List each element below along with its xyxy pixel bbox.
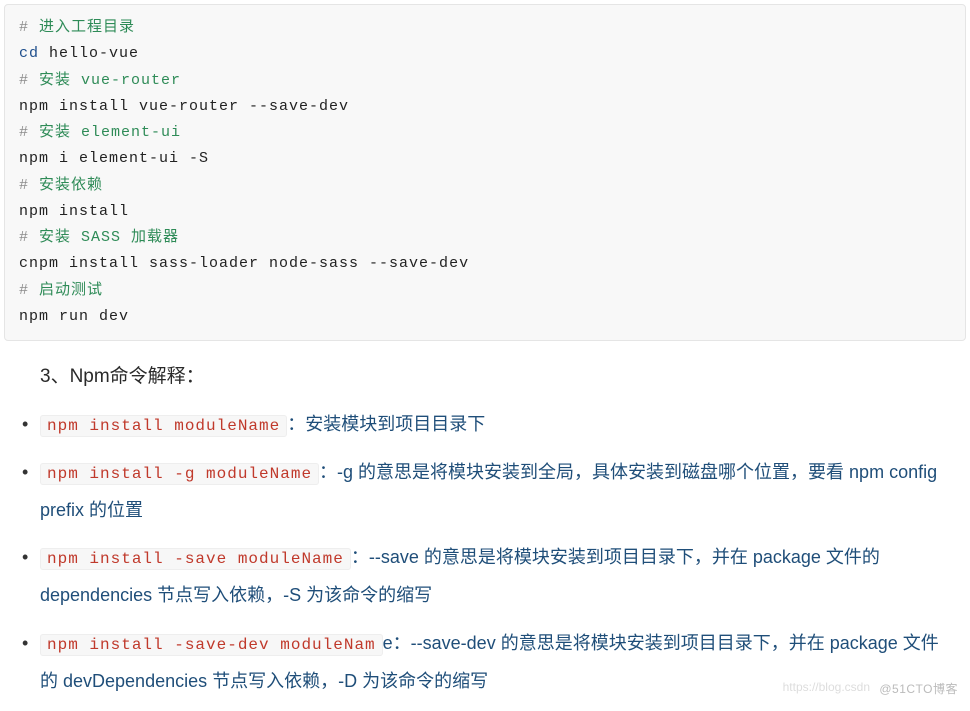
code-text: npm run dev [19, 308, 129, 325]
comment-text: 安装 vue-router [29, 72, 181, 89]
comment-text: 安装 element-ui [29, 124, 181, 141]
comment-hash: # [19, 229, 29, 246]
list-item: npm install -g moduleName：-g 的意思是将模块安装到全… [18, 454, 946, 530]
inline-code: npm install -save-dev moduleNam [40, 634, 383, 656]
code-line: # 安装 element-ui [19, 120, 951, 146]
comment-hash: # [19, 124, 29, 141]
comment-text: 安装依赖 [29, 177, 103, 194]
comment-text: 安装 SASS 加载器 [29, 229, 179, 246]
code-text: npm i element-ui -S [19, 150, 209, 167]
code-text: cnpm install sass-loader node-sass --sav… [19, 255, 469, 272]
code-line: npm install vue-router --save-dev [19, 94, 951, 120]
code-line: cnpm install sass-loader node-sass --sav… [19, 251, 951, 277]
code-text: npm install vue-router --save-dev [19, 98, 349, 115]
code-block: # 进入工程目录 cd hello-vue # 安装 vue-router np… [4, 4, 966, 341]
code-line: # 进入工程目录 [19, 15, 951, 41]
list-item: npm install moduleName：安装模块到项目目录下 [18, 406, 946, 444]
watermark-csdn: https://blog.csdn [783, 680, 870, 694]
comment-hash: # [19, 72, 29, 89]
watermark-cto: @51CTO博客 [879, 680, 958, 697]
code-text: npm install [19, 203, 129, 220]
code-line: # 安装 SASS 加载器 [19, 225, 951, 251]
comment-hash: # [19, 177, 29, 194]
code-rest: hello-vue [39, 45, 139, 62]
list-item: npm install -save moduleName：--save 的意思是… [18, 539, 946, 615]
code-line: npm install [19, 199, 951, 225]
inline-code: npm install -save moduleName [40, 548, 351, 570]
comment-hash: # [19, 19, 29, 36]
code-line: # 安装依赖 [19, 173, 951, 199]
comment-hash: # [19, 282, 29, 299]
inline-code: npm install moduleName [40, 415, 287, 437]
section-heading: 3、Npm命令解释： [40, 361, 970, 388]
code-line: # 安装 vue-router [19, 68, 951, 94]
explanation-list: npm install moduleName：安装模块到项目目录下 npm in… [18, 406, 946, 701]
comment-text: 进入工程目录 [29, 19, 135, 36]
code-keyword: cd [19, 45, 39, 62]
comment-text: 启动测试 [29, 282, 103, 299]
code-line: npm run dev [19, 304, 951, 330]
code-line: npm i element-ui -S [19, 146, 951, 172]
code-line: cd hello-vue [19, 41, 951, 67]
explain-text: ：安装模块到项目目录下 [287, 414, 485, 434]
code-line: # 启动测试 [19, 278, 951, 304]
inline-code: npm install -g moduleName [40, 463, 319, 485]
